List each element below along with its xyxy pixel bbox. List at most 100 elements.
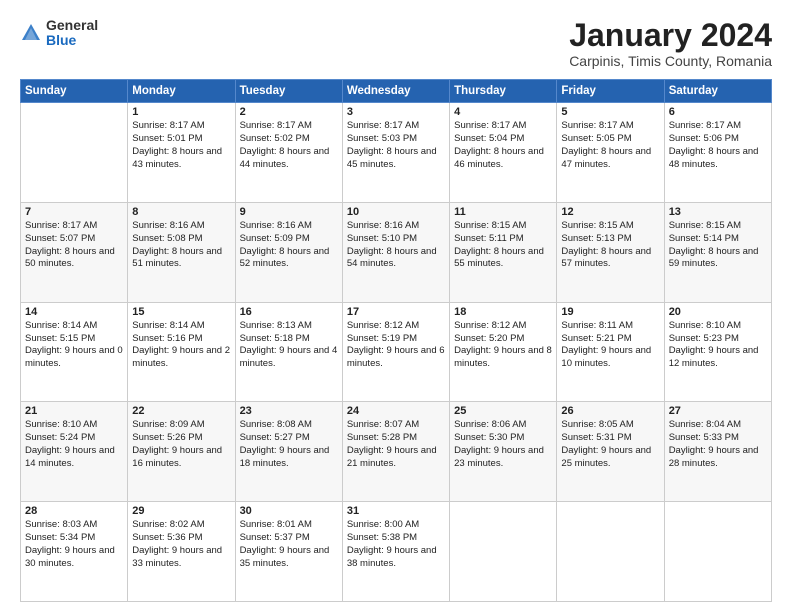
sunrise-text: Sunrise: 8:11 AM: [561, 320, 659, 333]
calendar-cell: 30Sunrise: 8:01 AMSunset: 5:37 PMDayligh…: [235, 502, 342, 602]
calendar-cell: 4Sunrise: 8:17 AMSunset: 5:04 PMDaylight…: [450, 103, 557, 203]
daylight-text: Daylight: 8 hours and 55 minutes.: [454, 246, 552, 272]
daylight-text: Daylight: 9 hours and 14 minutes.: [25, 445, 123, 471]
sunset-text: Sunset: 5:18 PM: [240, 333, 338, 346]
day-number: 8: [132, 206, 230, 218]
sunset-text: Sunset: 5:16 PM: [132, 333, 230, 346]
day-number: 21: [25, 405, 123, 417]
sunset-text: Sunset: 5:34 PM: [25, 532, 123, 545]
logo-icon: [20, 22, 42, 44]
sunset-text: Sunset: 5:27 PM: [240, 432, 338, 445]
day-header: Sunday: [21, 80, 128, 103]
calendar-table: SundayMondayTuesdayWednesdayThursdayFrid…: [20, 79, 772, 602]
week-row: 14Sunrise: 8:14 AMSunset: 5:15 PMDayligh…: [21, 302, 772, 402]
daylight-text: Daylight: 9 hours and 30 minutes.: [25, 545, 123, 571]
sunrise-text: Sunrise: 8:05 AM: [561, 419, 659, 432]
calendar-cell: [21, 103, 128, 203]
daylight-text: Daylight: 8 hours and 46 minutes.: [454, 146, 552, 172]
sunrise-text: Sunrise: 8:17 AM: [347, 120, 445, 133]
day-number: 1: [132, 106, 230, 118]
sunset-text: Sunset: 5:33 PM: [669, 432, 767, 445]
day-number: 6: [669, 106, 767, 118]
day-number: 24: [347, 405, 445, 417]
sunrise-text: Sunrise: 8:03 AM: [25, 519, 123, 532]
day-number: 2: [240, 106, 338, 118]
sunset-text: Sunset: 5:10 PM: [347, 233, 445, 246]
calendar-cell: 28Sunrise: 8:03 AMSunset: 5:34 PMDayligh…: [21, 502, 128, 602]
daylight-text: Daylight: 8 hours and 57 minutes.: [561, 246, 659, 272]
daylight-text: Daylight: 9 hours and 4 minutes.: [240, 345, 338, 371]
daylight-text: Daylight: 9 hours and 10 minutes.: [561, 345, 659, 371]
calendar-cell: 23Sunrise: 8:08 AMSunset: 5:27 PMDayligh…: [235, 402, 342, 502]
calendar-cell: [450, 502, 557, 602]
day-number: 3: [347, 106, 445, 118]
sunset-text: Sunset: 5:05 PM: [561, 133, 659, 146]
sunrise-text: Sunrise: 8:10 AM: [669, 320, 767, 333]
sunset-text: Sunset: 5:01 PM: [132, 133, 230, 146]
sunset-text: Sunset: 5:19 PM: [347, 333, 445, 346]
sunset-text: Sunset: 5:28 PM: [347, 432, 445, 445]
day-number: 16: [240, 306, 338, 318]
calendar-cell: 29Sunrise: 8:02 AMSunset: 5:36 PMDayligh…: [128, 502, 235, 602]
sunset-text: Sunset: 5:09 PM: [240, 233, 338, 246]
day-number: 4: [454, 106, 552, 118]
daylight-text: Daylight: 9 hours and 21 minutes.: [347, 445, 445, 471]
sunset-text: Sunset: 5:30 PM: [454, 432, 552, 445]
sunrise-text: Sunrise: 8:13 AM: [240, 320, 338, 333]
sunrise-text: Sunrise: 8:14 AM: [132, 320, 230, 333]
daylight-text: Daylight: 8 hours and 54 minutes.: [347, 246, 445, 272]
day-number: 27: [669, 405, 767, 417]
day-header: Tuesday: [235, 80, 342, 103]
sunrise-text: Sunrise: 8:16 AM: [132, 220, 230, 233]
day-number: 15: [132, 306, 230, 318]
calendar-cell: 20Sunrise: 8:10 AMSunset: 5:23 PMDayligh…: [664, 302, 771, 402]
sunset-text: Sunset: 5:11 PM: [454, 233, 552, 246]
daylight-text: Daylight: 9 hours and 0 minutes.: [25, 345, 123, 371]
page: General Blue January 2024 Carpinis, Timi…: [0, 0, 792, 612]
calendar-cell: 18Sunrise: 8:12 AMSunset: 5:20 PMDayligh…: [450, 302, 557, 402]
calendar-cell: 17Sunrise: 8:12 AMSunset: 5:19 PMDayligh…: [342, 302, 449, 402]
calendar-cell: 11Sunrise: 8:15 AMSunset: 5:11 PMDayligh…: [450, 202, 557, 302]
day-header: Thursday: [450, 80, 557, 103]
logo-blue: Blue: [46, 33, 98, 48]
daylight-text: Daylight: 8 hours and 50 minutes.: [25, 246, 123, 272]
calendar-cell: 15 Sunrise: 8:14 AMSunset: 5:16 PMDayligh…: [128, 302, 235, 402]
day-number: 22: [132, 405, 230, 417]
day-number: 10: [347, 206, 445, 218]
logo-general: General: [46, 18, 98, 33]
day-number: 18: [454, 306, 552, 318]
calendar-cell: 22Sunrise: 8:09 AMSunset: 5:26 PMDayligh…: [128, 402, 235, 502]
calendar-cell: [557, 502, 664, 602]
daylight-text: Daylight: 8 hours and 44 minutes.: [240, 146, 338, 172]
sunset-text: Sunset: 5:03 PM: [347, 133, 445, 146]
daylight-text: Daylight: 9 hours and 18 minutes.: [240, 445, 338, 471]
sunrise-text: Sunrise: 8:14 AM: [25, 320, 123, 333]
sunrise-text: Sunrise: 8:07 AM: [347, 419, 445, 432]
sunset-text: Sunset: 5:26 PM: [132, 432, 230, 445]
location: Carpinis, Timis County, Romania: [569, 53, 772, 69]
logo-text: General Blue: [46, 18, 98, 49]
daylight-text: Daylight: 8 hours and 43 minutes.: [132, 146, 230, 172]
sunset-text: Sunset: 5:36 PM: [132, 532, 230, 545]
sunset-text: Sunset: 5:14 PM: [669, 233, 767, 246]
day-number: 23: [240, 405, 338, 417]
calendar-cell: 16 Sunrise: 8:13 AMSunset: 5:18 PMDayligh…: [235, 302, 342, 402]
sunset-text: Sunset: 5:24 PM: [25, 432, 123, 445]
calendar-cell: 26Sunrise: 8:05 AMSunset: 5:31 PMDayligh…: [557, 402, 664, 502]
daylight-text: Daylight: 9 hours and 2 minutes.: [132, 345, 230, 371]
calendar-cell: 10Sunrise: 8:16 AMSunset: 5:10 PMDayligh…: [342, 202, 449, 302]
sunrise-text: Sunrise: 8:02 AM: [132, 519, 230, 532]
sunrise-text: Sunrise: 8:17 AM: [240, 120, 338, 133]
month-title: January 2024: [569, 18, 772, 53]
day-number: 20: [669, 306, 767, 318]
week-row: 7Sunrise: 8:17 AMSunset: 5:07 PMDaylight…: [21, 202, 772, 302]
sunrise-text: Sunrise: 8:17 AM: [561, 120, 659, 133]
day-number: 17: [347, 306, 445, 318]
sunset-text: Sunset: 5:21 PM: [561, 333, 659, 346]
calendar-cell: 8Sunrise: 8:16 AMSunset: 5:08 PMDaylight…: [128, 202, 235, 302]
daylight-text: Daylight: 8 hours and 48 minutes.: [669, 146, 767, 172]
calendar-cell: 13Sunrise: 8:15 AMSunset: 5:14 PMDayligh…: [664, 202, 771, 302]
sunset-text: Sunset: 5:15 PM: [25, 333, 123, 346]
calendar-cell: 3Sunrise: 8:17 AMSunset: 5:03 PMDaylight…: [342, 103, 449, 203]
sunset-text: Sunset: 5:08 PM: [132, 233, 230, 246]
